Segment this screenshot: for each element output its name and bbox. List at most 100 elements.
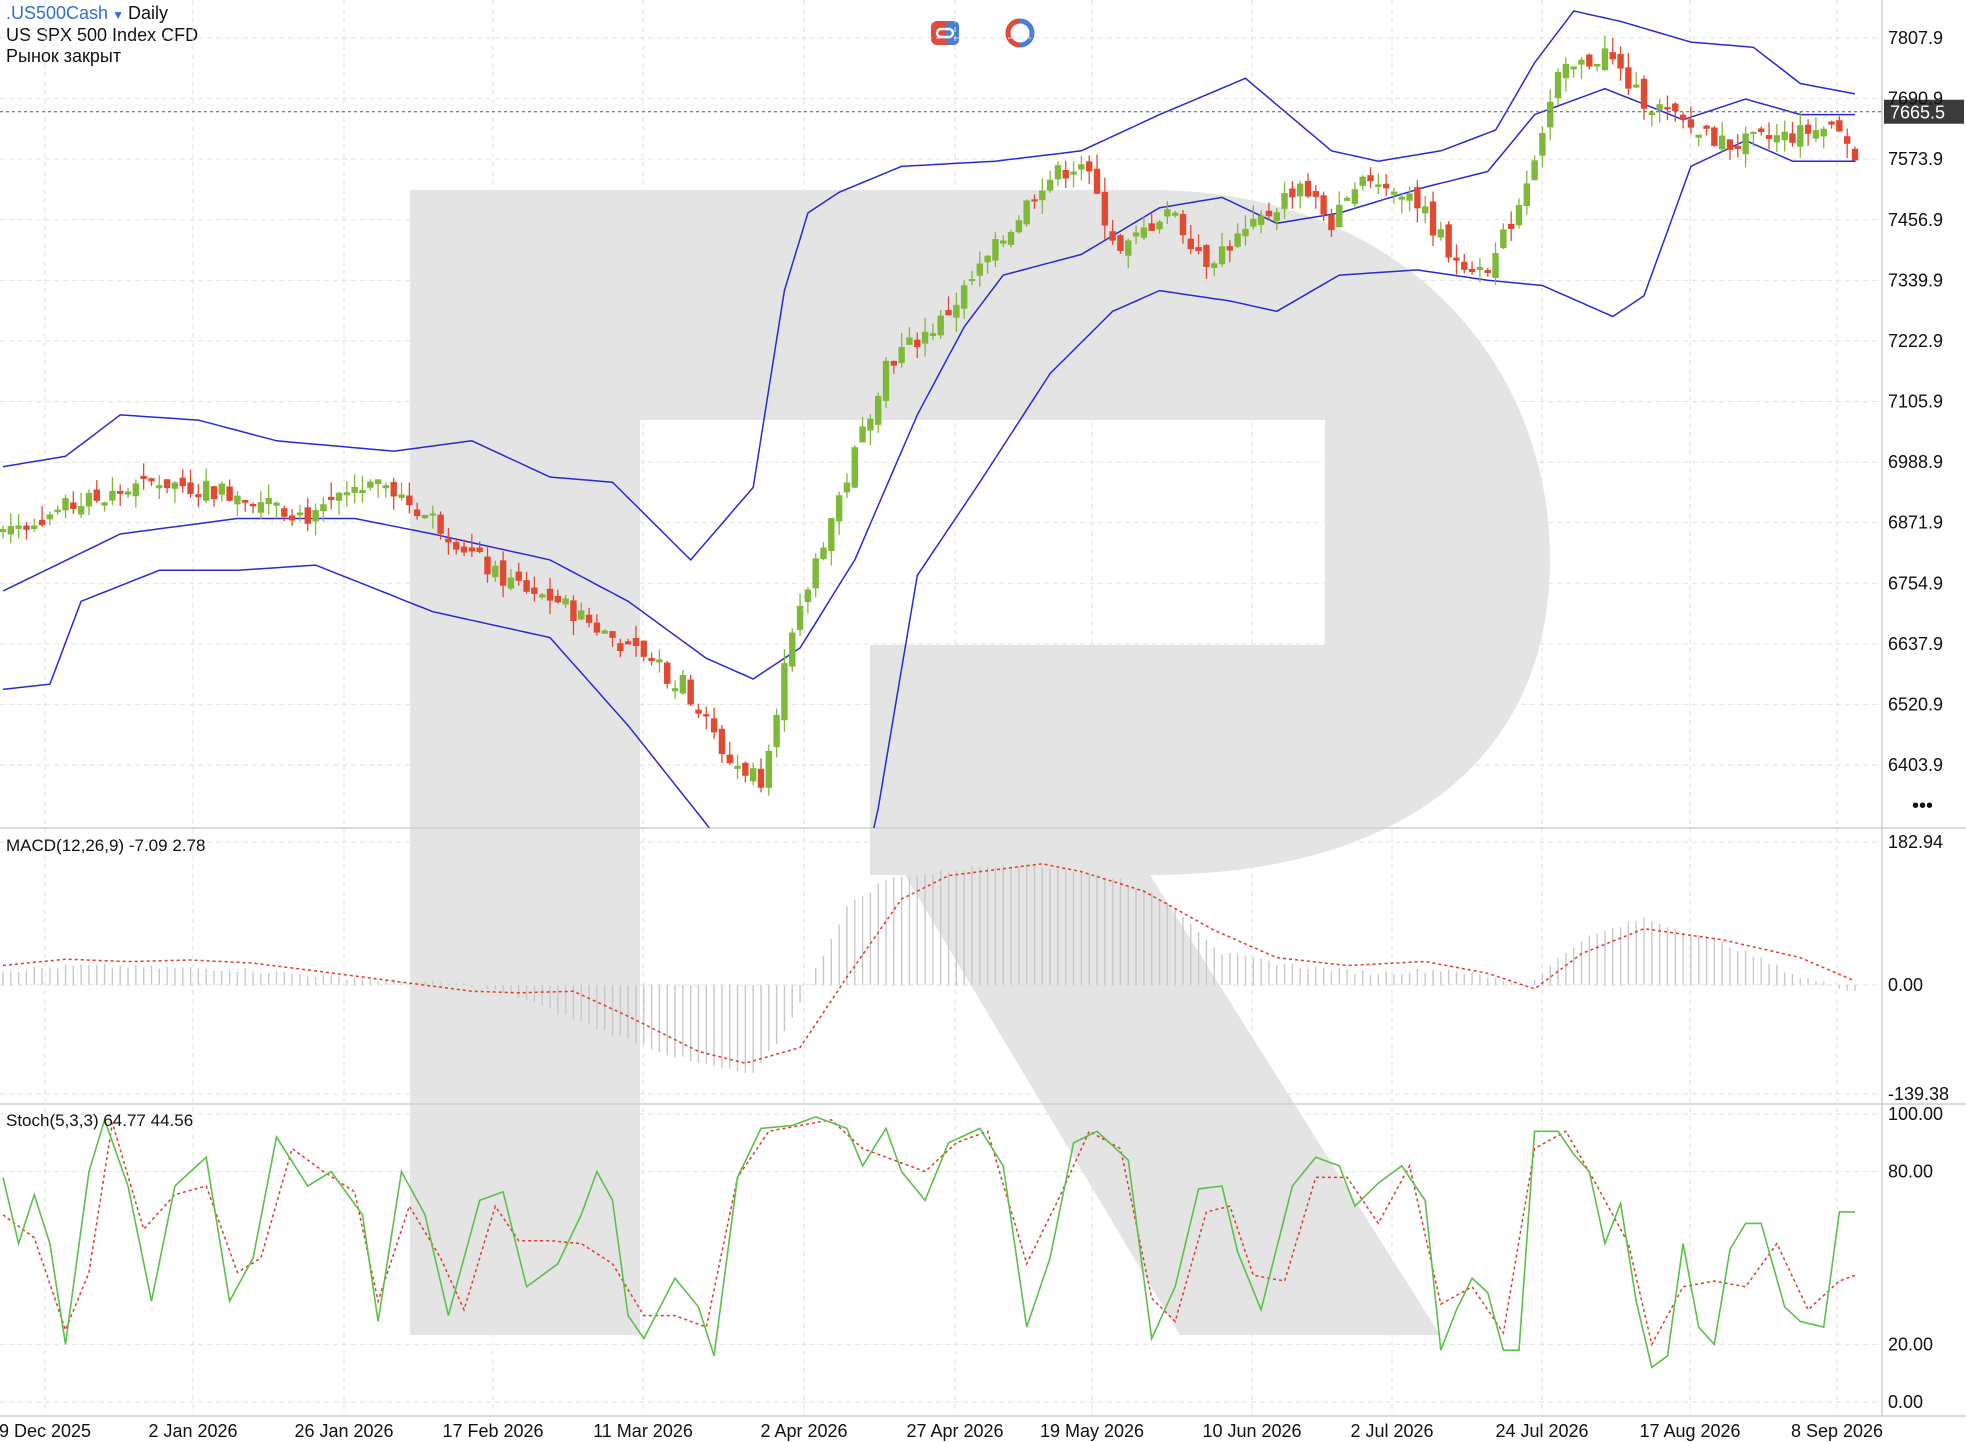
- bear-candle: [1289, 188, 1296, 198]
- bear-candle: [390, 482, 397, 497]
- bear-candle: [1203, 245, 1210, 267]
- bull-candle: [906, 337, 913, 345]
- bear-candle: [117, 490, 124, 494]
- bull-candle: [1820, 128, 1827, 137]
- bear-candle: [445, 538, 452, 543]
- bear-candle: [1367, 175, 1374, 182]
- bull-candle: [1140, 227, 1148, 238]
- bull-candle: [1523, 183, 1530, 207]
- bear-candle: [726, 754, 733, 764]
- bear-candle: [945, 310, 952, 316]
- bear-candle: [757, 768, 765, 788]
- bear-candle: [1664, 107, 1671, 110]
- bear-candle: [249, 503, 257, 507]
- bear-candle: [570, 600, 577, 621]
- bull-candle: [820, 547, 827, 560]
- bear-candle: [703, 714, 710, 717]
- chart-area[interactable]: 7665.5••• 9 Dec 2025 2 Jan 2026 26 Jan 202…: [0, 0, 1966, 1442]
- price-tick-label: 7807.9: [1888, 28, 1943, 48]
- bull-candle: [968, 279, 976, 282]
- bull-candle: [538, 594, 546, 598]
- bull-candle: [77, 506, 85, 515]
- bull-candle: [62, 498, 69, 511]
- bull-candle: [218, 483, 226, 495]
- bull-candle: [859, 426, 866, 443]
- bear-candle: [468, 547, 476, 552]
- bull-candle: [828, 518, 835, 552]
- bull-candle: [1046, 179, 1054, 191]
- bull-candle: [507, 577, 515, 589]
- bear-candle: [1640, 78, 1648, 109]
- bull-candle: [1343, 197, 1351, 201]
- more-options-icon[interactable]: •••: [1912, 795, 1933, 817]
- bull-candle: [171, 482, 179, 489]
- bear-candle: [1445, 224, 1452, 258]
- bear-candle: [1031, 199, 1038, 202]
- bear-candle: [1109, 231, 1116, 241]
- bull-candle: [343, 492, 351, 496]
- bear-candle: [304, 507, 311, 524]
- bear-candle: [718, 728, 726, 755]
- bull-candle: [1257, 215, 1265, 225]
- bull-candle: [156, 485, 163, 489]
- bull-candle: [273, 502, 280, 506]
- bear-candle: [1179, 214, 1187, 236]
- bear-candle: [1328, 214, 1335, 231]
- bear-candle: [70, 502, 77, 510]
- bear-candle: [1320, 195, 1327, 215]
- bear-candle: [1789, 133, 1796, 143]
- bull-candle: [773, 714, 780, 748]
- macd-tick-label: -139.38: [1888, 1084, 1949, 1104]
- bull-candle: [1781, 131, 1788, 141]
- bull-candle: [1156, 221, 1163, 230]
- bear-candle: [1062, 169, 1069, 179]
- bear-candle: [624, 641, 632, 645]
- bear-candle: [484, 556, 491, 575]
- price-tick-label: 6871.9: [1888, 513, 1943, 533]
- bear-candle: [1609, 52, 1616, 60]
- bull-candle: [734, 765, 741, 769]
- bull-candle: [1218, 246, 1226, 265]
- bull-candle: [124, 491, 132, 495]
- bull-candle: [0, 529, 7, 533]
- bull-candle: [679, 674, 687, 694]
- bear-candle: [460, 546, 468, 553]
- bear-candle: [1468, 268, 1476, 273]
- bear-candle: [163, 479, 171, 489]
- bull-candle: [1593, 63, 1601, 67]
- bull-candle: [578, 610, 585, 620]
- bear-candle: [148, 478, 155, 482]
- bull-candle: [1570, 66, 1577, 70]
- bear-candle: [593, 622, 601, 633]
- bull-candle: [1281, 193, 1288, 209]
- bear-candle: [1414, 187, 1421, 209]
- bull-candle: [382, 485, 390, 489]
- bear-candle: [288, 515, 296, 521]
- bull-candle: [374, 479, 382, 485]
- x-tick-label: 10 Jun 2026: [1202, 1421, 1301, 1441]
- bear-candle: [1843, 136, 1851, 144]
- bull-candle: [812, 558, 819, 589]
- bear-candle: [1187, 238, 1194, 250]
- bull-candle: [1718, 135, 1726, 150]
- bull-candle: [1656, 104, 1663, 110]
- bull-candle: [921, 331, 929, 344]
- bull-candle: [1375, 184, 1382, 187]
- bear-candle: [1461, 261, 1468, 270]
- bear-candle: [179, 477, 186, 487]
- stoch-tick-label: 0.00: [1888, 1392, 1923, 1412]
- price-tick-label: 7222.9: [1888, 331, 1943, 351]
- bull-candle: [31, 525, 38, 530]
- bear-candle: [195, 494, 202, 498]
- price-tick-label: 6637.9: [1888, 634, 1943, 654]
- bull-candle: [1234, 233, 1241, 247]
- bull-candle: [601, 630, 608, 634]
- bull-candle: [1211, 263, 1218, 268]
- bull-candle: [1562, 63, 1570, 79]
- bull-candle: [1359, 176, 1366, 187]
- bear-candle: [1484, 269, 1491, 274]
- stoch-tick-label: 80.00: [1888, 1162, 1933, 1182]
- bull-candle: [1476, 266, 1484, 271]
- bear-candle: [38, 519, 46, 526]
- bull-candle: [937, 315, 944, 336]
